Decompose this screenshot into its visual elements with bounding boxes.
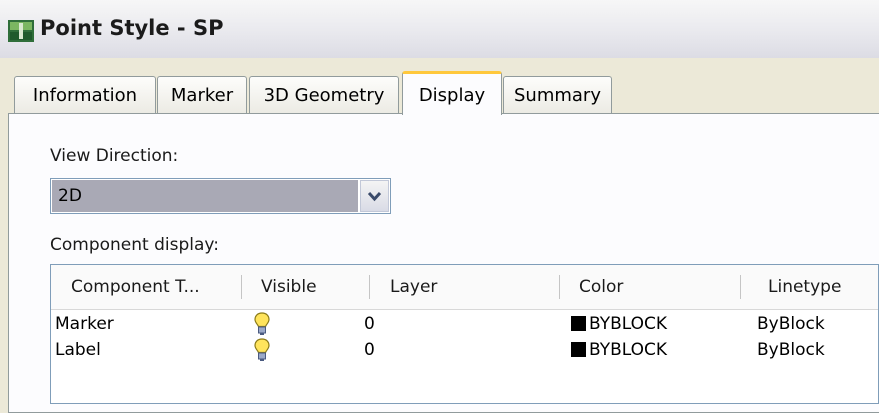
color-name: BYBLOCK [589, 340, 668, 360]
table-row[interactable]: Label 0 BYBLOCK ByBlock [51, 337, 878, 364]
view-direction-value: 2D [52, 180, 358, 212]
chevron-down-icon [367, 191, 382, 202]
column-header-color[interactable]: Color [579, 265, 729, 309]
view-direction-select[interactable]: 2D [50, 178, 391, 214]
title-bar: Point Style - SP [0, 0, 879, 59]
linetype-value[interactable]: ByBlock [757, 337, 825, 363]
table-row[interactable]: Marker 0 BYBLOCK ByBlock [51, 311, 878, 338]
point-style-icon [8, 20, 34, 42]
tab-display[interactable]: Display [402, 71, 502, 115]
column-divider[interactable] [241, 275, 242, 299]
tab-marker[interactable]: Marker [157, 76, 247, 113]
color-swatch [571, 342, 586, 357]
dropdown-button[interactable] [360, 180, 389, 212]
color-swatch [571, 316, 586, 331]
column-header-visible[interactable]: Visible [261, 265, 361, 309]
column-header-linetype[interactable]: Linetype [768, 265, 878, 309]
column-divider[interactable] [740, 275, 741, 299]
color-name: BYBLOCK [589, 314, 668, 334]
layer-value[interactable]: 0 [364, 337, 375, 363]
color-value[interactable]: BYBLOCK [571, 337, 667, 363]
column-header-component-type[interactable]: Component T... [71, 265, 236, 309]
column-divider[interactable] [559, 275, 560, 299]
lightbulb-on-icon[interactable] [254, 338, 270, 364]
component-display-label: Component display: [50, 235, 219, 255]
lightbulb-on-icon[interactable] [254, 312, 270, 338]
tab-3d-geometry[interactable]: 3D Geometry [249, 76, 399, 113]
window-title: Point Style - SP [40, 16, 224, 40]
grid-header: Component T... Visible Layer Color Linet… [51, 265, 878, 310]
color-value[interactable]: BYBLOCK [571, 311, 667, 337]
linetype-value[interactable]: ByBlock [757, 311, 825, 337]
column-header-layer[interactable]: Layer [390, 265, 540, 309]
view-direction-label: View Direction: [50, 146, 179, 166]
layer-value[interactable]: 0 [364, 311, 375, 337]
component-display-grid[interactable]: Component T... Visible Layer Color Linet… [50, 264, 879, 404]
column-divider[interactable] [369, 275, 370, 299]
tab-summary[interactable]: Summary [503, 76, 612, 113]
component-name: Label [55, 340, 101, 360]
tab-information[interactable]: Information [14, 76, 156, 113]
component-name: Marker [55, 314, 114, 334]
